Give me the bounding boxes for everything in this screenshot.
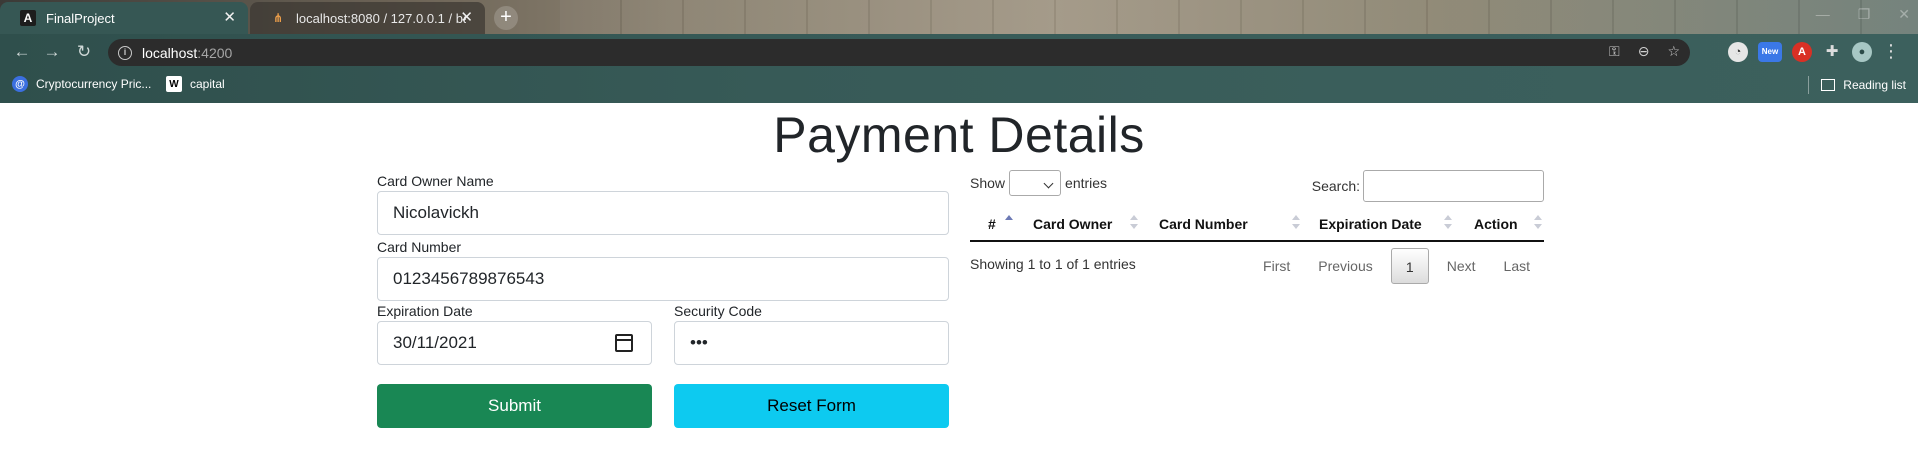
owner-label: Card Owner Name bbox=[377, 173, 494, 189]
entries-length: Show entries bbox=[970, 170, 1107, 196]
number-label: Card Number bbox=[377, 239, 462, 255]
close-window-icon[interactable]: ✕ bbox=[1898, 6, 1910, 23]
star-icon[interactable]: ☆ bbox=[1667, 43, 1680, 60]
column-header-card-number[interactable]: Card Number bbox=[1159, 216, 1248, 232]
address-bar[interactable]: i localhost:4200 ⚿ ⊖ ☆ bbox=[108, 39, 1690, 66]
minimize-icon[interactable]: — bbox=[1816, 6, 1830, 23]
sort-icon[interactable] bbox=[1292, 215, 1300, 231]
forward-arrow-icon[interactable]: → bbox=[42, 42, 62, 62]
table-info: Showing 1 to 1 of 1 entries bbox=[970, 256, 1136, 272]
tab-title: localhost:8080 / 127.0.0.1 / banl bbox=[296, 10, 466, 26]
angular-icon: A bbox=[20, 10, 36, 26]
extension-gauge-icon[interactable]: ◔ bbox=[1728, 42, 1748, 62]
expiry-value: 30/11/2021 bbox=[393, 333, 477, 352]
puzzle-icon[interactable]: ✚ bbox=[1822, 42, 1842, 62]
browser-toolbar: ← → ↻ i localhost:4200 ⚿ ⊖ ☆ ◔ New A ✚ ●… bbox=[0, 34, 1918, 70]
expiration-date-input[interactable]: 30/11/2021 bbox=[377, 321, 652, 365]
coin-icon: @ bbox=[12, 76, 28, 92]
pager-first[interactable]: First bbox=[1249, 248, 1304, 284]
reset-form-button[interactable]: Reset Form bbox=[674, 384, 949, 428]
tab-phpmyadmin[interactable]: ⋔ localhost:8080 / 127.0.0.1 / banl ✕ bbox=[250, 2, 485, 34]
submit-button[interactable]: Submit bbox=[377, 384, 652, 428]
pager-previous[interactable]: Previous bbox=[1304, 248, 1386, 284]
sort-icon[interactable] bbox=[1130, 215, 1138, 231]
key-icon[interactable]: ⚿ bbox=[1609, 43, 1620, 60]
reading-list-icon bbox=[1821, 79, 1836, 91]
new-tab-button[interactable]: + bbox=[494, 6, 518, 30]
table-header: # Card Owner Card Number Expiration Date… bbox=[970, 208, 1544, 242]
avatar[interactable]: ● bbox=[1852, 42, 1872, 62]
pager-last[interactable]: Last bbox=[1490, 248, 1544, 284]
sort-icon[interactable] bbox=[1534, 215, 1542, 231]
acrobat-icon[interactable]: A bbox=[1792, 42, 1812, 62]
bookmark-label: capital bbox=[190, 77, 225, 91]
expiry-label: Expiration Date bbox=[377, 303, 473, 319]
divider bbox=[1808, 76, 1810, 94]
site-info-icon[interactable]: i bbox=[118, 45, 132, 60]
table-search: Search: bbox=[1312, 170, 1544, 202]
zoom-icon[interactable]: ⊖ bbox=[1638, 43, 1650, 60]
omnibox-icons: ⚿ ⊖ ☆ bbox=[1609, 43, 1680, 60]
column-header-index[interactable]: # bbox=[988, 216, 996, 232]
card-owner-input[interactable]: Nicolavickh bbox=[377, 191, 949, 235]
pagination: First Previous 1 Next Last bbox=[1249, 248, 1544, 284]
browser-chrome: A FinalProject ✕ ⋔ localhost:8080 / 127.… bbox=[0, 0, 1918, 103]
security-code-input[interactable]: ••• bbox=[674, 321, 949, 365]
pager-next[interactable]: Next bbox=[1433, 248, 1490, 284]
menu-dots-icon[interactable]: ⋮ bbox=[1882, 41, 1900, 61]
bookmark-crypto[interactable]: @ Cryptocurrency Pric... bbox=[12, 76, 151, 92]
entries-label: entries bbox=[1065, 175, 1108, 191]
show-label: Show bbox=[970, 175, 1006, 191]
bookmark-capital[interactable]: W capital bbox=[166, 76, 225, 92]
sort-icon[interactable] bbox=[1444, 215, 1452, 231]
column-header-expiration-date[interactable]: Expiration Date bbox=[1319, 216, 1422, 232]
column-header-action[interactable]: Action bbox=[1474, 216, 1518, 232]
security-label: Security Code bbox=[674, 303, 762, 319]
tab-strip: A FinalProject ✕ ⋔ localhost:8080 / 127.… bbox=[0, 0, 1918, 34]
tab-title: FinalProject bbox=[46, 10, 115, 26]
search-label: Search: bbox=[1311, 178, 1360, 194]
card-number-input[interactable]: 0123456789876543 bbox=[377, 257, 949, 301]
column-header-card-owner[interactable]: Card Owner bbox=[1033, 216, 1112, 232]
reading-list-button[interactable]: Reading list bbox=[1808, 76, 1906, 94]
extensions-bar: ◔ New A ✚ ● bbox=[1728, 42, 1872, 62]
reload-icon[interactable]: ↻ bbox=[74, 42, 94, 62]
pager-current-page[interactable]: 1 bbox=[1390, 248, 1429, 284]
close-tab-icon[interactable]: ✕ bbox=[460, 10, 473, 26]
restore-icon[interactable]: ❐ bbox=[1858, 6, 1871, 23]
window-controls: — ❐ ✕ bbox=[1816, 6, 1910, 23]
phpmyadmin-icon: ⋔ bbox=[272, 11, 284, 25]
search-input[interactable] bbox=[1363, 170, 1544, 202]
page-title: Payment Details bbox=[773, 107, 1145, 163]
sort-asc-icon[interactable] bbox=[1005, 215, 1013, 231]
extension-new-badge[interactable]: New bbox=[1758, 42, 1782, 62]
tab-finalproject[interactable]: A FinalProject ✕ bbox=[0, 2, 248, 34]
entries-select[interactable] bbox=[1009, 170, 1062, 196]
wikipedia-icon: W bbox=[166, 76, 182, 92]
close-tab-icon[interactable]: ✕ bbox=[223, 10, 236, 26]
reading-list-label: Reading list bbox=[1843, 78, 1906, 92]
back-arrow-icon[interactable]: ← bbox=[12, 42, 32, 62]
calendar-icon[interactable] bbox=[615, 334, 633, 352]
bookmarks-bar: @ Cryptocurrency Pric... W capital Readi… bbox=[0, 70, 1918, 103]
bookmark-label: Cryptocurrency Pric... bbox=[36, 77, 152, 91]
address-url: localhost:4200 bbox=[142, 44, 233, 61]
